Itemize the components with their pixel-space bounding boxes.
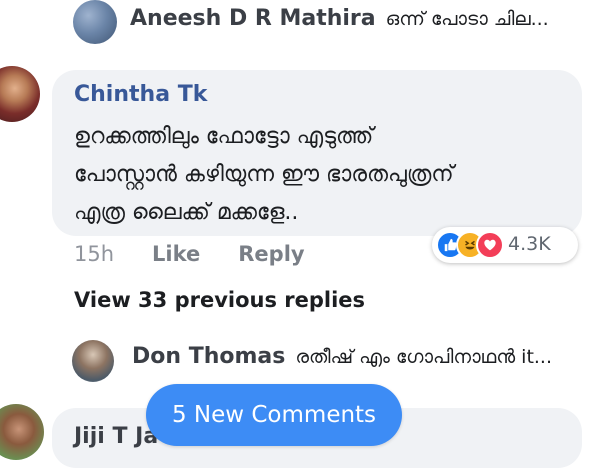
avatar-don[interactable] xyxy=(72,340,114,382)
view-previous-replies[interactable]: View 33 previous replies xyxy=(74,288,365,312)
reply-button[interactable]: Reply xyxy=(238,242,304,266)
avatar-aneesh[interactable] xyxy=(73,0,117,44)
reactions-summary[interactable]: 4.3K xyxy=(432,227,578,263)
reply-snippet: ഒന്ന് പോടാ ചില... xyxy=(385,7,549,30)
reply-preview-don[interactable]: Don Thomas രതീഷ് എം ഗോപിനാഥൻ it... xyxy=(132,344,552,369)
like-button[interactable]: Like xyxy=(152,242,200,266)
comment-actions: 15h Like Reply xyxy=(74,242,305,266)
comment-author[interactable]: Chintha Tk xyxy=(74,82,207,107)
comment-line: ഉറക്കത്തിലും ഫോട്ടോ എടുത്ത് xyxy=(74,124,374,149)
avatar-chintha[interactable] xyxy=(0,66,40,122)
love-icon xyxy=(476,231,504,259)
reply-author[interactable]: Don Thomas xyxy=(132,344,285,369)
avatar-jiji[interactable] xyxy=(0,404,44,460)
comment-timestamp[interactable]: 15h xyxy=(74,242,114,266)
comment-bubble: Chintha Tk ഉറക്കത്തിലും ഫോട്ടോ എടുത്ത് പ… xyxy=(52,70,582,236)
reply-author[interactable]: Aneesh D R Mathira xyxy=(130,6,376,31)
new-comments-button[interactable]: 5 New Comments xyxy=(146,384,402,446)
comment-author[interactable]: Jiji T Ja xyxy=(74,424,158,449)
comment-line: പോസ്റ്റാൻ കഴിയുന്ന ഈ ഭാരതപുത്രന് xyxy=(74,162,454,187)
reply-preview-aneesh[interactable]: Aneesh D R Mathira ഒന്ന് പോടാ ചില... xyxy=(130,6,549,31)
comment-text: ഉറക്കത്തിലും ഫോട്ടോ എടുത്ത് പോസ്റ്റാൻ കഴ… xyxy=(74,118,564,232)
reaction-count: 4.3K xyxy=(508,233,551,255)
reply-snippet: രതീഷ് എം ഗോപിനാഥൻ it... xyxy=(295,345,553,368)
